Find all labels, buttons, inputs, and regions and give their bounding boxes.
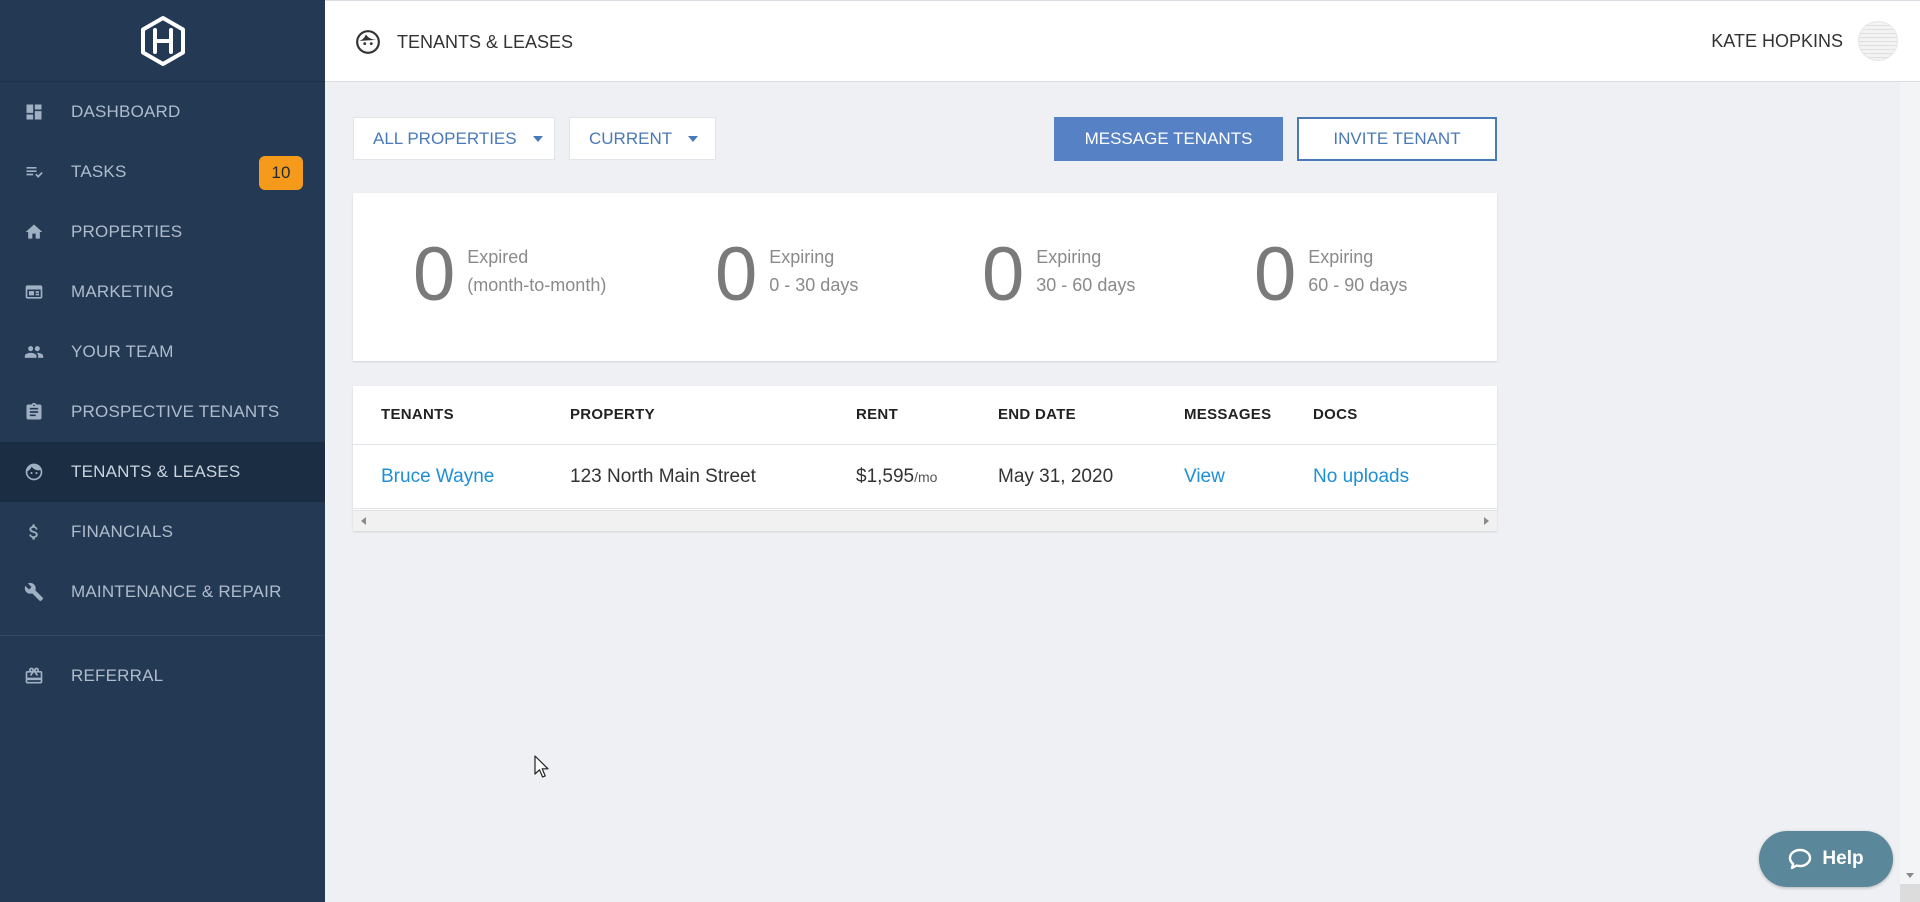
sidebar-item-label: PROSPECTIVE TENANTS [71,402,280,421]
sidebar: DASHBOARD TASKS 10 PROPERTIES MARKETING … [0,0,325,902]
chevron-down-icon [688,135,699,142]
tasks-count-badge: 10 [259,156,303,190]
sidebar-item-your-team[interactable]: YOUR TEAM [0,322,325,382]
user-name[interactable]: KATE HOPKINS [1711,31,1843,52]
page-scrollbar[interactable] [1900,82,1920,902]
status-filter-dropdown[interactable]: CURRENT [569,117,716,160]
sidebar-item-label: REFERRAL [71,666,164,685]
sidebar-item-label: TASKS [71,162,127,181]
property-filter-label: ALL PROPERTIES [373,128,517,148]
table-header: TENANTS PROPERTY RENT END DATE MESSAGES … [353,386,1497,445]
stat-label-line1: Expired [467,247,529,267]
scroll-left-icon[interactable] [361,517,366,525]
face-icon [356,30,380,54]
sidebar-item-referral[interactable]: REFERRAL [0,646,325,706]
column-header-end-date[interactable]: END DATE [998,406,1076,423]
sidebar-secondary-nav: REFERRAL [0,646,325,706]
stat-label-line2: 30 - 60 days [1036,275,1136,295]
chat-bubble-icon [1789,848,1812,870]
top-header: TENANTS & LEASES KATE HOPKINS [325,0,1920,82]
stat-label-line2: (month-to-month) [467,275,607,295]
stat-count: 0 [1254,232,1297,317]
stat-label: Expiring 60 - 90 days [1308,237,1407,299]
sidebar-item-label: MAINTENANCE & REPAIR [71,582,282,601]
face-icon [22,460,46,484]
sidebar-item-prospective-tenants[interactable]: PROSPECTIVE TENANTS [0,382,325,442]
sidebar-divider [0,635,325,636]
message-tenants-button[interactable]: MESSAGE TENANTS [1054,117,1283,161]
column-header-docs[interactable]: DOCS [1313,406,1358,423]
stat-label-line1: Expiring [769,247,835,267]
scroll-down-icon[interactable] [1906,873,1914,878]
lease-expiration-summary: 0 Expired (month-to-month) 0 Expiring 0 … [353,193,1497,361]
column-header-rent[interactable]: RENT [856,406,898,423]
sidebar-item-label: PROPERTIES [71,222,183,241]
scrollbar-corner [1900,884,1920,902]
scroll-right-icon[interactable] [1484,517,1489,525]
status-filter-label: CURRENT [589,128,673,148]
rent-value: $1,595 [856,466,915,487]
sidebar-item-dashboard[interactable]: DASHBOARD [0,82,325,142]
page-title: TENANTS & LEASES [355,29,573,55]
stat-label: Expiring 0 - 30 days [769,237,858,299]
team-icon [22,340,46,364]
stat-count: 0 [715,232,758,317]
invite-tenant-button[interactable]: INVITE TENANT [1297,117,1497,161]
home-icon [22,220,46,244]
avatar[interactable] [1858,21,1898,61]
sidebar-item-tenants-leases[interactable]: TENANTS & LEASES [0,442,325,502]
rent-amount: $1,595/mo [856,466,937,488]
sidebar-item-label: DASHBOARD [71,102,181,121]
stat-label: Expiring 30 - 60 days [1036,237,1135,299]
docs-link[interactable]: No uploads [1313,466,1409,488]
page-title-text: TENANTS & LEASES [397,31,574,52]
dollar-icon [22,520,46,544]
stat-expiring-0-30[interactable]: 0 Expiring 0 - 30 days [715,237,858,313]
stat-count: 0 [982,232,1025,317]
sidebar-item-financials[interactable]: FINANCIALS [0,502,325,562]
sidebar-item-maintenance-repair[interactable]: MAINTENANCE & REPAIR [0,562,325,622]
table-row: Bruce Wayne 123 North Main Street $1,595… [353,445,1497,509]
logo[interactable] [0,0,325,82]
dashboard-icon [22,100,46,124]
property-address: 123 North Main Street [570,466,756,487]
sidebar-nav: DASHBOARD TASKS 10 PROPERTIES MARKETING … [0,82,325,622]
stat-count: 0 [413,232,456,317]
hexagon-h-logo-icon [140,15,185,66]
help-label: Help [1822,848,1864,869]
mouse-cursor-icon [534,755,549,778]
stat-label-line2: 0 - 30 days [769,275,859,295]
stat-expiring-60-90[interactable]: 0 Expiring 60 - 90 days [1254,237,1407,313]
property-filter-dropdown[interactable]: ALL PROPERTIES [353,117,555,160]
sidebar-item-properties[interactable]: PROPERTIES [0,202,325,262]
sidebar-item-tasks[interactable]: TASKS 10 [0,142,325,202]
stat-label-line1: Expiring [1308,247,1374,267]
gift-icon [22,664,46,688]
chevron-down-icon [532,135,543,142]
stat-label-line1: Expiring [1036,247,1102,267]
column-header-tenants[interactable]: TENANTS [381,406,454,423]
tenant-name-link[interactable]: Bruce Wayne [381,466,494,488]
sidebar-item-label: TENANTS & LEASES [71,462,241,481]
column-header-messages[interactable]: MESSAGES [1184,406,1271,423]
column-header-property[interactable]: PROPERTY [570,406,655,423]
tenants-table: TENANTS PROPERTY RENT END DATE MESSAGES … [353,386,1497,531]
marketing-icon [22,280,46,304]
stat-label: Expired (month-to-month) [467,237,606,299]
sidebar-item-label: MARKETING [71,282,174,301]
lease-end-date: May 31, 2020 [998,466,1114,487]
horizontal-scrollbar[interactable] [353,510,1497,531]
tasks-icon [22,160,46,184]
rent-unit: /mo [914,469,938,485]
sidebar-item-label: YOUR TEAM [71,342,174,361]
view-messages-link[interactable]: View [1184,466,1225,488]
help-button[interactable]: Help [1759,831,1893,887]
stat-expiring-30-60[interactable]: 0 Expiring 30 - 60 days [982,237,1135,313]
sidebar-item-label: FINANCIALS [71,522,174,541]
stat-label-line2: 60 - 90 days [1308,275,1408,295]
clipboard-icon [22,400,46,424]
sidebar-item-marketing[interactable]: MARKETING [0,262,325,322]
stat-expired[interactable]: 0 Expired (month-to-month) [413,237,606,313]
wrench-icon [22,580,46,604]
